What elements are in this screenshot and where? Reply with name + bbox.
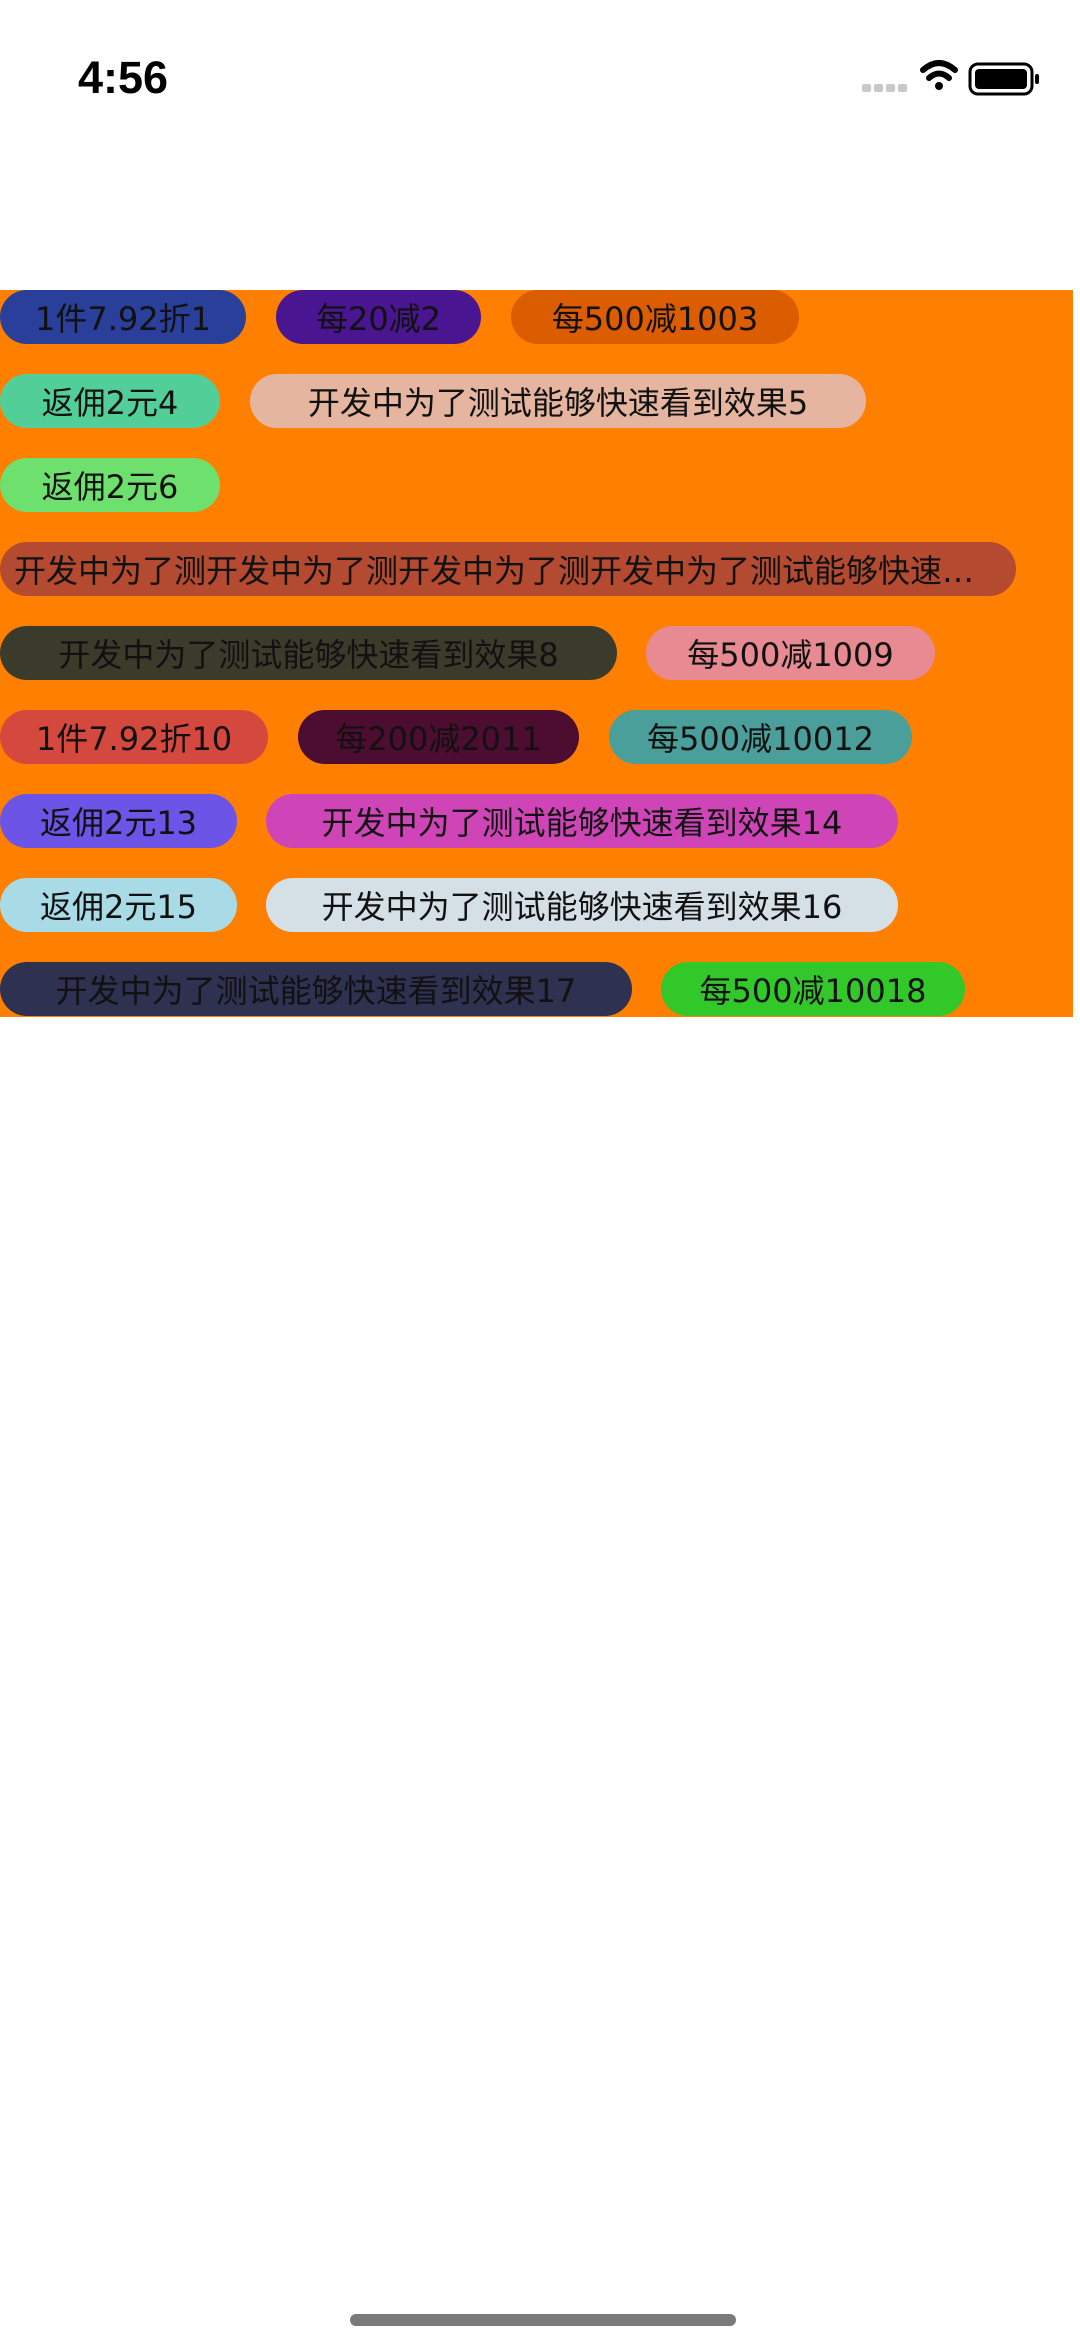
tag-1[interactable]: 1件7.92折1 — [0, 290, 246, 344]
battery-icon — [968, 62, 1039, 96]
tag-16[interactable]: 开发中为了测试能够快速看到效果16 — [266, 878, 898, 932]
wifi-icon — [920, 60, 958, 90]
tag-7[interactable]: 开发中为了测开发中为了测开发中为了测开发中为了测试能够快速看到效果7 — [0, 542, 1016, 596]
tag-9[interactable]: 每500减1009 — [646, 626, 935, 680]
tag-15[interactable]: 返佣2元15 — [0, 878, 237, 932]
tag-13[interactable]: 返佣2元13 — [0, 794, 237, 848]
tag-18[interactable]: 每500减10018 — [661, 962, 965, 1016]
status-bar: 4:56 — [0, 0, 1080, 150]
tag-11[interactable]: 每200减2011 — [298, 710, 579, 764]
tag-2[interactable]: 每20减2 — [276, 290, 481, 344]
tag-container: 1件7.92折1 每20减2 每500减1003 返佣2元4 开发中为了测试能够… — [0, 290, 1073, 1017]
home-indicator[interactable] — [350, 2314, 736, 2326]
tag-12[interactable]: 每500减10012 — [609, 710, 912, 764]
tag-14[interactable]: 开发中为了测试能够快速看到效果14 — [266, 794, 898, 848]
tag-17[interactable]: 开发中为了测试能够快速看到效果17 — [0, 962, 632, 1016]
status-time: 4:56 — [78, 52, 169, 103]
tag-10[interactable]: 1件7.92折10 — [0, 710, 268, 764]
tag-8[interactable]: 开发中为了测试能够快速看到效果8 — [0, 626, 617, 680]
status-icons — [862, 60, 1039, 96]
tag-6[interactable]: 返佣2元6 — [0, 458, 220, 512]
tag-5[interactable]: 开发中为了测试能够快速看到效果5 — [250, 374, 866, 428]
tag-4[interactable]: 返佣2元4 — [0, 374, 220, 428]
signal-icon — [862, 84, 907, 92]
tag-3[interactable]: 每500减1003 — [511, 290, 799, 344]
